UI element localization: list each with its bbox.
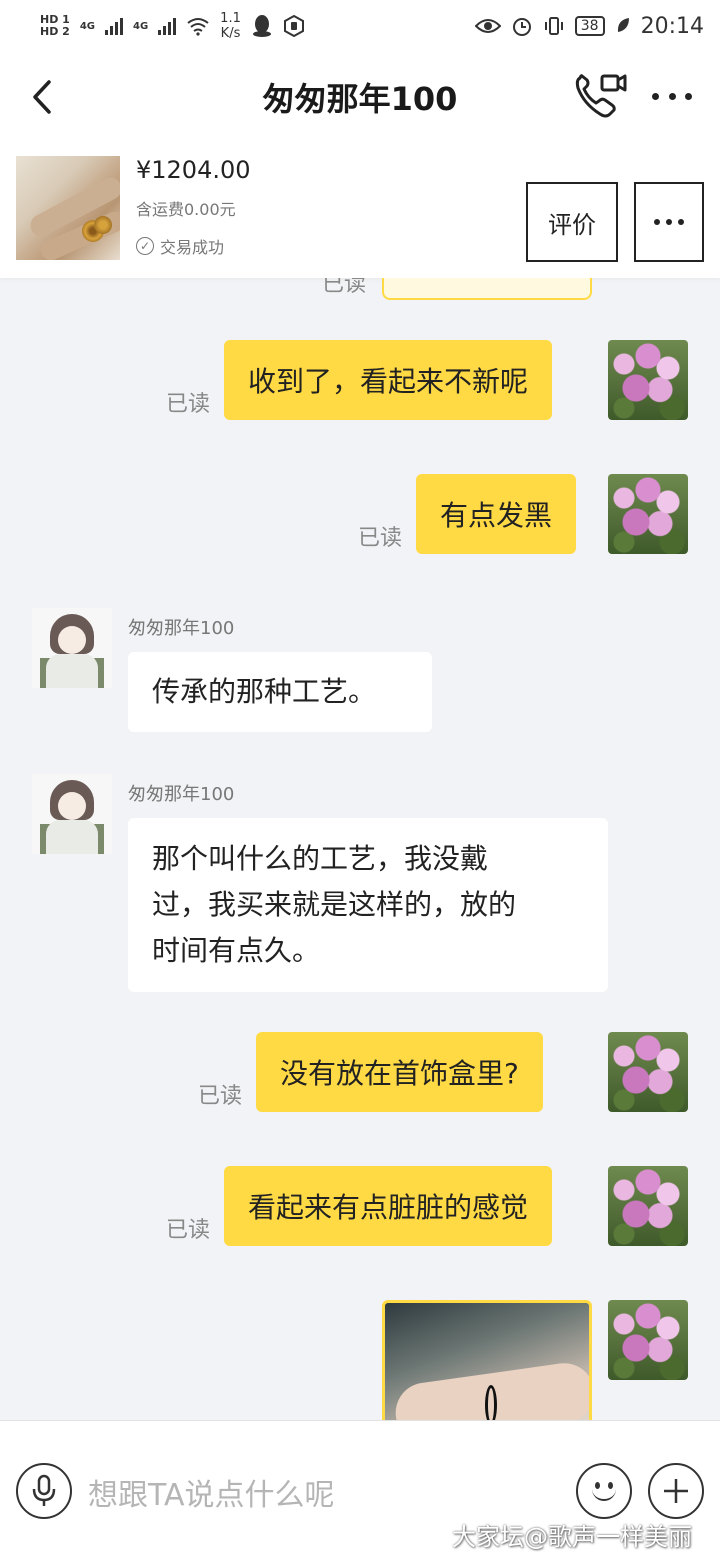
back-button[interactable] <box>22 74 62 120</box>
more-options-button[interactable] <box>648 76 696 116</box>
message-bubble-outgoing[interactable]: 没有放在首饰盒里? <box>256 1032 543 1112</box>
status-bar: HD 1 HD 2 4G 4G 1.1 K/s 38 20:14 <box>0 0 720 52</box>
dot-icon <box>666 219 672 225</box>
watermark: 大家坛@歌声一样美丽 <box>452 1523 692 1551</box>
clock: 20:14 <box>640 13 704 39</box>
vibrate-icon <box>544 17 563 35</box>
status-left: HD 1 HD 2 4G 4G 1.1 K/s <box>40 11 305 41</box>
my-avatar[interactable] <box>608 340 688 420</box>
order-status-label: 交易成功 <box>160 238 225 257</box>
read-receipt: 已读 <box>322 278 367 297</box>
status-right: 38 20:14 <box>474 13 704 39</box>
qq-icon <box>252 15 271 37</box>
message-bubble-incoming[interactable]: 传承的那种工艺。 <box>128 652 432 732</box>
message-text-line: 过，我买来就是这样的，放的 <box>152 888 517 921</box>
voice-input-button[interactable] <box>16 1463 72 1519</box>
dot-icon <box>685 92 692 100</box>
plus-icon <box>664 1479 688 1503</box>
battery-indicator: 38 <box>574 16 605 36</box>
network-label-1: 4G <box>79 20 95 32</box>
image-message[interactable] <box>382 1300 592 1420</box>
chat-message-list[interactable]: 已读 已读 收到了，看起来不新呢 已读 有点发黑 匆匆那年100 传承的那种工艺… <box>0 278 720 1420</box>
message-bubble-outgoing[interactable]: 有点发黑 <box>416 474 577 554</box>
my-avatar[interactable] <box>608 474 688 554</box>
message-text: 有点发黑 <box>440 499 553 532</box>
message-text: 没有放在首饰盒里? <box>280 1057 519 1090</box>
dot-icon <box>654 219 660 225</box>
product-more-button[interactable] <box>634 182 704 262</box>
product-image[interactable] <box>16 156 120 260</box>
add-attachment-button[interactable] <box>648 1463 704 1519</box>
my-avatar[interactable] <box>608 1166 688 1246</box>
message-text: 看起来有点脏脏的感觉 <box>248 1191 529 1224</box>
shipping-fee: 含运费0.00元 <box>136 200 236 219</box>
phone-video-icon <box>575 74 627 118</box>
message-text-line: 时间有点久。 <box>152 934 321 967</box>
hd-badge-2: HD 2 <box>40 25 70 38</box>
order-status: ✓ 交易成功 <box>136 234 224 258</box>
message-bubble-incoming[interactable]: 那个叫什么的工艺，我没戴 过，我买来就是这样的，放的 时间有点久。 <box>128 818 608 992</box>
product-price: ¥1204.00 <box>136 156 251 184</box>
read-receipt: 已读 <box>166 1218 211 1243</box>
contact-avatar[interactable] <box>32 774 112 854</box>
hand-badge-icon <box>283 15 304 37</box>
leaf-icon <box>617 18 629 32</box>
alarm-icon <box>512 18 531 36</box>
dot-icon <box>678 219 684 225</box>
page-title: 匆匆那年100 <box>262 80 458 118</box>
sender-name: 匆匆那年100 <box>128 784 235 805</box>
dot-icon <box>652 92 659 100</box>
read-receipt: 已读 <box>166 392 211 417</box>
microphone-icon <box>32 1474 56 1506</box>
product-card[interactable]: ¥1204.00 含运费0.00元 ✓ 交易成功 评价 <box>0 142 720 278</box>
message-input-bar: 大家坛@歌声一样美丽 <box>0 1420 720 1560</box>
speed-unit: K/s <box>220 26 241 41</box>
chat-header: 匆匆那年100 <box>0 52 720 142</box>
check-circle-icon: ✓ <box>136 237 154 255</box>
read-receipt: 已读 <box>358 526 403 551</box>
network-speed: 1.1 K/s <box>220 11 241 41</box>
read-receipt: 已读 <box>198 1084 243 1109</box>
network-label-2: 4G <box>133 20 149 32</box>
video-call-button[interactable] <box>572 70 628 122</box>
signal-icon-2 <box>158 17 177 35</box>
contact-avatar[interactable] <box>32 608 112 688</box>
message-text: 收到了，看起来不新呢 <box>248 365 529 398</box>
wifi-icon <box>187 18 209 36</box>
chevron-left-icon <box>33 80 51 114</box>
message-bubble-outgoing[interactable]: 看起来有点脏脏的感觉 <box>224 1166 553 1246</box>
my-avatar[interactable] <box>608 1032 688 1112</box>
previous-message-bubble[interactable] <box>382 278 592 300</box>
emoji-button[interactable] <box>576 1463 632 1519</box>
message-bubble-outgoing[interactable]: 收到了，看起来不新呢 <box>224 340 553 420</box>
dot-icon <box>668 92 676 100</box>
message-text: 传承的那种工艺。 <box>152 675 377 708</box>
my-avatar[interactable] <box>608 1300 688 1380</box>
review-button[interactable]: 评价 <box>526 182 618 262</box>
signal-icon-1 <box>105 17 123 35</box>
message-input[interactable] <box>88 1475 548 1515</box>
message-text-line: 那个叫什么的工艺，我没戴 <box>152 842 489 875</box>
speed-value: 1.1 <box>220 11 241 26</box>
hd-badges: HD 1 HD 2 <box>40 14 70 38</box>
sender-name: 匆匆那年100 <box>128 618 235 639</box>
eye-icon <box>474 19 501 33</box>
